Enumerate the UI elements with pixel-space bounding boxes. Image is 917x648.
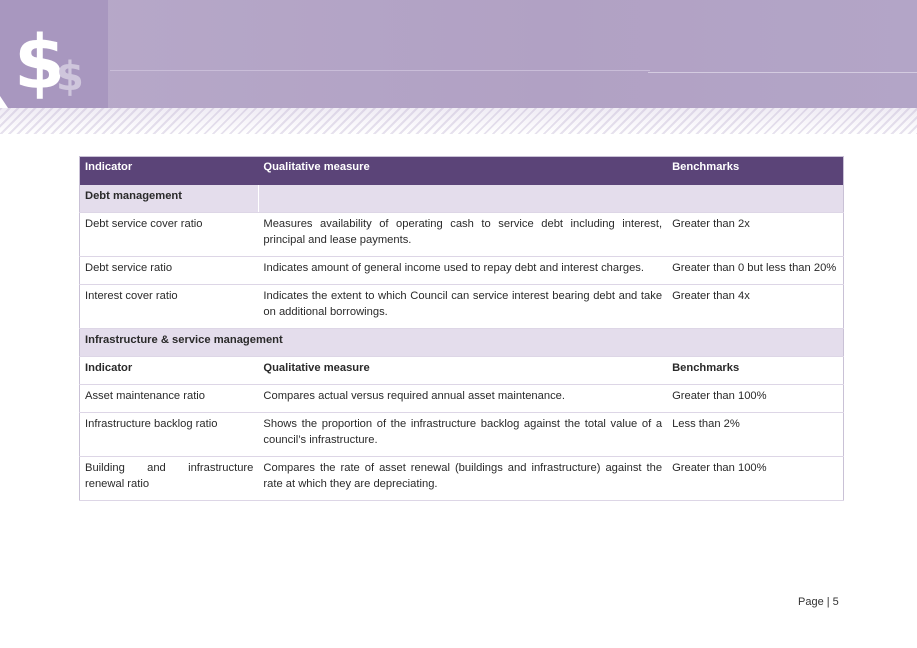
section-row-infrastructure: Infrastructure & service management	[79, 328, 844, 357]
subheader-indicator: Indicator	[79, 356, 259, 385]
subheader-benchmarks: Benchmarks	[667, 356, 844, 385]
benchmark-cell: Greater than 100%	[667, 384, 844, 413]
indicator-cell: Building and infrastructure renewal rati…	[79, 456, 259, 501]
page-number: Page | 5	[798, 596, 839, 608]
benchmark-cell: Greater than 0 but less than 20%	[667, 256, 844, 285]
header-benchmarks: Benchmarks	[667, 156, 844, 185]
financial-indicators-table: Indicator Qualitative measure Benchmarks…	[79, 156, 844, 501]
measure-cell: Indicates amount of general income used …	[258, 256, 668, 285]
indicator-cell: Debt service ratio	[79, 256, 259, 285]
table-row: Debt service cover ratio Measures availa…	[79, 212, 844, 257]
table-row: Debt service ratio Indicates amount of g…	[79, 256, 844, 285]
measure-cell: Indicates the extent to which Council ca…	[258, 284, 668, 329]
table-row: Interest cover ratio Indicates the exten…	[79, 284, 844, 329]
banner-texture	[0, 108, 917, 134]
banner-rule-right	[648, 72, 917, 73]
section-title: Debt management	[79, 185, 259, 213]
header-banner: $ $	[0, 0, 917, 108]
svg-text:$: $	[56, 54, 84, 100]
subheader-measure: Qualitative measure	[258, 356, 668, 385]
header-indicator: Indicator	[79, 156, 259, 185]
benchmark-cell: Greater than 100%	[667, 456, 844, 501]
table-header-row: Indicator Qualitative measure Benchmarks	[79, 156, 844, 185]
section-row-debt: Debt management	[79, 185, 844, 213]
section-title: Infrastructure & service management	[79, 328, 844, 357]
measure-cell: Compares actual versus required annual a…	[258, 384, 668, 413]
benchmark-cell: Greater than 2x	[667, 212, 844, 257]
table-row: Infrastructure backlog ratio Shows the p…	[79, 412, 844, 457]
indicator-cell: Debt service cover ratio	[79, 212, 259, 257]
section-fill	[258, 185, 844, 213]
indicator-cell: Asset maintenance ratio	[79, 384, 259, 413]
indicator-cell: Interest cover ratio	[79, 284, 259, 329]
measure-cell: Measures availability of operating cash …	[258, 212, 668, 257]
measure-cell: Compares the rate of asset renewal (buil…	[258, 456, 668, 501]
indicator-cell: Infrastructure backlog ratio	[79, 412, 259, 457]
benchmark-cell: Greater than 4x	[667, 284, 844, 329]
table-row: Asset maintenance ratio Compares actual …	[79, 384, 844, 413]
benchmark-cell: Less than 2%	[667, 412, 844, 457]
dollar-sign-icon: $ $	[0, 0, 108, 108]
banner-rule	[110, 70, 650, 71]
header-measure: Qualitative measure	[258, 156, 668, 185]
measure-cell: Shows the proportion of the infrastructu…	[258, 412, 668, 457]
subheader-row: Indicator Qualitative measure Benchmarks	[79, 356, 844, 385]
table-row: Building and infrastructure renewal rati…	[79, 456, 844, 501]
